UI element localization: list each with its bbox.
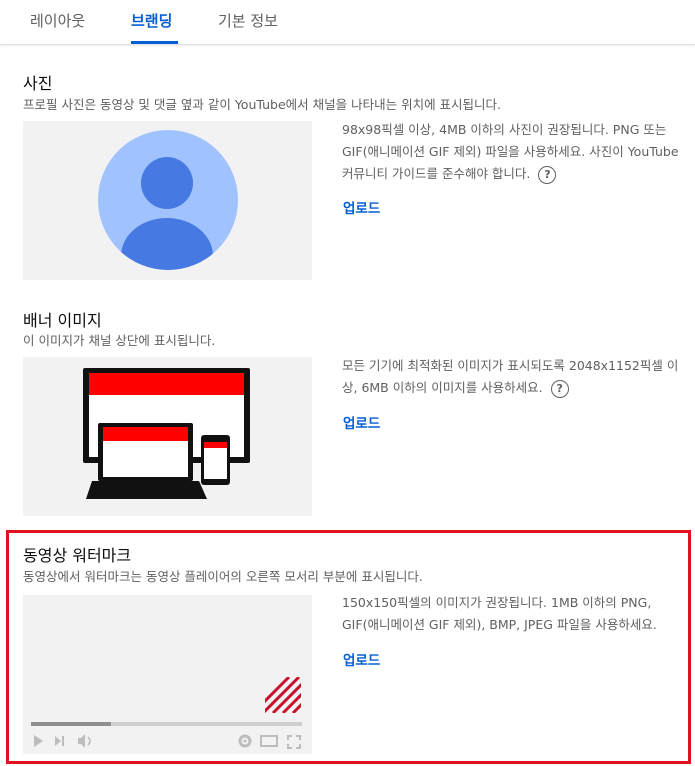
watermark-section-description: 동영상에서 워터마크는 동영상 플레이어의 오른쪽 모서리 부분에 표시됩니다. xyxy=(23,569,423,584)
banner-preview xyxy=(23,357,312,516)
photo-info-text: 98x98픽셀 이상, 4MB 이하의 사진이 권장됩니다. PNG 또는 GI… xyxy=(342,122,679,181)
photo-info: 98x98픽셀 이상, 4MB 이하의 사진이 권장됩니다. PNG 또는 GI… xyxy=(342,119,682,185)
tab-bar: 레이아웃 브랜딩 기본 정보 xyxy=(0,0,695,45)
devices-illustration-icon xyxy=(83,368,250,499)
help-icon[interactable]: ? xyxy=(538,165,557,184)
active-tab-indicator xyxy=(131,41,178,44)
photo-section-title: 사진 xyxy=(23,74,53,93)
help-icon[interactable]: ? xyxy=(550,379,569,398)
tab-basic-info[interactable]: 기본 정보 xyxy=(218,10,278,31)
watermark-info: 150x150픽셀의 이미지가 권장됩니다. 1MB 이하의 PNG, GIF(… xyxy=(342,595,657,632)
banner-section-description: 이 이미지가 채널 상단에 표시됩니다. xyxy=(23,333,216,348)
watermark-section-title: 동영상 워터마크 xyxy=(23,546,132,565)
profile-photo-preview xyxy=(23,121,312,280)
banner-info-text: 모든 기기에 최적화된 이미지가 표시되도록 2048x1152픽셀 이상, 6… xyxy=(342,358,679,395)
watermark-preview xyxy=(23,595,312,754)
banner-upload-button[interactable]: 업로드 xyxy=(343,412,380,432)
tab-branding[interactable]: 브랜딩 xyxy=(131,10,172,31)
banner-section-title: 배너 이미지 xyxy=(23,311,102,330)
photo-upload-button[interactable]: 업로드 xyxy=(343,197,380,217)
video-player-illustration-icon xyxy=(31,677,302,749)
banner-info: 모든 기기에 최적화된 이미지가 표시되도록 2048x1152픽셀 이상, 6… xyxy=(342,355,682,399)
avatar-placeholder-icon xyxy=(98,130,238,270)
watermark-upload-button[interactable]: 업로드 xyxy=(343,649,380,669)
tab-layout[interactable]: 레이아웃 xyxy=(30,10,85,31)
photo-section-description: 프로필 사진은 동영상 및 댓글 옆과 같이 YouTube에서 채널을 나타내… xyxy=(23,97,502,112)
